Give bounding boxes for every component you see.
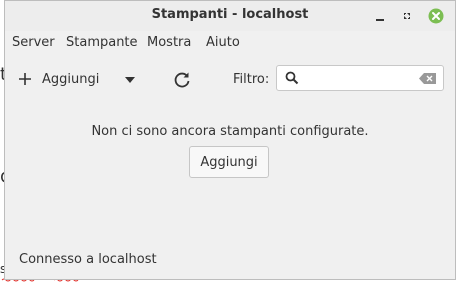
- toolbar: Aggiungi Filtro:: [5, 61, 455, 99]
- menu-aiuto[interactable]: Aiuto: [206, 35, 240, 50]
- clear-icon[interactable]: [419, 73, 436, 84]
- filter-search-box[interactable]: [276, 65, 444, 91]
- search-icon: [285, 71, 299, 85]
- filter-input[interactable]: [305, 69, 413, 87]
- menu-stampante[interactable]: Stampante: [66, 35, 138, 50]
- plus-icon: [19, 73, 31, 85]
- status-text: Connesso a localhost: [19, 252, 157, 267]
- titlebar[interactable]: Stampanti - localhost: [5, 1, 455, 31]
- empty-state-message: Non ci sono ancora stampanti configurate…: [91, 124, 369, 139]
- caret-down-icon[interactable]: [123, 75, 137, 85]
- close-icon[interactable]: [427, 7, 445, 25]
- minimize-icon[interactable]: [371, 7, 389, 25]
- menubar: Server Stampante Mostra Aiuto: [5, 31, 455, 55]
- filter-label: Filtro:: [233, 72, 270, 87]
- menu-mostra[interactable]: Mostra: [147, 35, 191, 50]
- refresh-icon[interactable]: [171, 69, 193, 91]
- menu-server[interactable]: Server: [12, 35, 55, 50]
- add-printer-label: Aggiungi: [42, 72, 100, 87]
- maximize-icon[interactable]: [398, 7, 416, 25]
- add-printer-main-button[interactable]: Aggiungi: [189, 146, 269, 178]
- printers-window: Stampanti - localhost Server Stampante M…: [4, 0, 456, 280]
